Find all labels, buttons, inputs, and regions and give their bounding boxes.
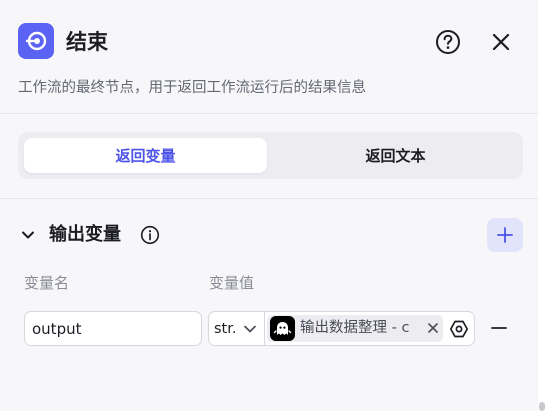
variable-name-input[interactable] [24, 311, 202, 346]
node-title: 结束 [66, 30, 108, 54]
remove-variable-button[interactable] [490, 319, 508, 337]
reference-label: 输出数据整理 - c [300, 320, 410, 336]
ghost-avatar-icon [270, 316, 295, 341]
output-variables-header: 输出变量 [18, 218, 524, 252]
type-select[interactable]: str. [209, 312, 265, 345]
chevron-down-icon[interactable] [20, 227, 36, 243]
return-mode-tabs: 返回变量 返回文本 [18, 132, 523, 179]
scrollbar-thumb[interactable] [539, 402, 545, 411]
scrollbar[interactable] [538, 0, 546, 411]
end-node-panel: 结束 工作流的最终节点，用于返回工作流运行后的结果信息 返回变量 返回文本 输出… [0, 0, 538, 411]
info-icon[interactable] [140, 225, 160, 245]
tab-return-text[interactable]: 返回文本 [274, 138, 517, 173]
settings-hexagon-icon[interactable] [449, 319, 469, 339]
chevron-down-icon [244, 325, 256, 333]
section-title: 输出变量 [49, 224, 121, 245]
help-icon[interactable] [435, 29, 461, 55]
reference-tag[interactable]: 输出数据整理 - c [267, 315, 443, 342]
end-node-icon [18, 23, 54, 59]
divider [0, 113, 538, 114]
variable-value-field: str. 输出数据整理 - c [208, 311, 475, 346]
tab-return-variables[interactable]: 返回变量 [24, 138, 267, 173]
add-variable-button[interactable] [487, 218, 523, 252]
divider [0, 198, 538, 199]
node-description: 工作流的最终节点，用于返回工作流运行后的结果信息 [18, 80, 366, 96]
minus-icon [491, 327, 507, 329]
plus-icon [497, 227, 513, 243]
column-label-name: 变量名 [24, 274, 70, 292]
panel-header: 结束 工作流的最终节点，用于返回工作流运行后的结果信息 [0, 0, 538, 112]
close-icon[interactable] [427, 322, 439, 334]
column-label-value: 变量值 [209, 274, 255, 292]
type-label: str. [214, 320, 237, 337]
close-icon[interactable] [489, 30, 513, 54]
